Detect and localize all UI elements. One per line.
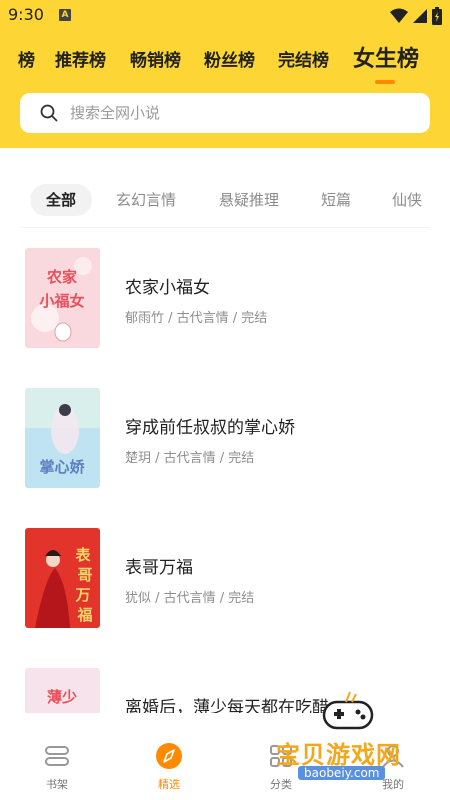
book-title: 农家小福女: [125, 278, 210, 298]
status-time: 9:30: [8, 5, 44, 24]
book-list: 农家 小福女 农家小福女 郁雨竹 / 古代言情 / 完结 掌心娇 穿成前任叔叔的…: [0, 248, 450, 713]
nav-label-bookshelf: 书架: [46, 778, 68, 791]
book-meta: 郁雨竹 / 古代言情 / 完结: [125, 311, 268, 326]
notification-app-icon: A: [59, 9, 71, 21]
header: 9:30 A 榜 推荐榜 畅销榜 粉丝榜 完结榜 女生榜: [0, 0, 450, 148]
status-icons: [390, 7, 442, 25]
featured-compass-icon: [156, 743, 182, 769]
cover-title: 薄少: [47, 688, 77, 706]
cover-title-line4: 福: [76, 606, 92, 624]
watermark-url: baobeiy.com: [298, 766, 386, 780]
gamepad-logo-icon: [322, 691, 374, 730]
battery-icon: [432, 7, 442, 25]
bookshelf-icon: [45, 746, 69, 766]
book-meta: 犹似 / 古代言情 / 完结: [125, 591, 255, 606]
cover-title-line2: 哥: [77, 566, 92, 584]
search-icon: [40, 104, 58, 122]
list-item[interactable]: 掌心娇 穿成前任叔叔的掌心娇 楚玥 / 古代言情 / 完结: [0, 388, 450, 488]
nav-bookshelf[interactable]: 书架: [17, 730, 97, 800]
cover-title: 掌心娇: [39, 458, 85, 476]
tab-fans[interactable]: 粉丝榜: [204, 46, 255, 71]
filter-divider: [20, 227, 430, 228]
ranking-tabs: 榜 推荐榜 畅销榜 粉丝榜 完结榜 女生榜: [0, 40, 450, 80]
book-cover-art: 薄少: [25, 668, 100, 713]
cover-title-line1: 农家: [46, 268, 77, 286]
search-bar[interactable]: [20, 93, 430, 133]
list-item[interactable]: 表 哥 万 福 表哥万福 犹似 / 古代言情 / 完结: [0, 528, 450, 628]
tab-completed[interactable]: 完结榜: [278, 46, 329, 71]
book-title: 表哥万福: [125, 558, 193, 578]
book-title: 穿成前任叔叔的掌心娇: [125, 418, 295, 438]
watermark: 宝贝游戏网 baobeiy.com: [268, 690, 428, 790]
book-cover[interactable]: 掌心娇: [25, 388, 100, 488]
tab-list[interactable]: 榜: [18, 46, 35, 71]
tab-female[interactable]: 女生榜: [353, 41, 419, 73]
wifi-icon: [390, 8, 408, 23]
nav-featured[interactable]: 精选: [129, 730, 209, 800]
list-item[interactable]: 农家 小福女 农家小福女 郁雨竹 / 古代言情 / 完结: [0, 248, 450, 348]
book-cover-art: 表 哥 万 福: [25, 528, 100, 628]
book-cover[interactable]: 农家 小福女: [25, 248, 100, 348]
tab-bestselling[interactable]: 畅销榜: [130, 46, 181, 71]
watermark-text: 宝贝游戏网: [276, 741, 401, 769]
filter-all[interactable]: 全部: [30, 184, 92, 216]
cover-title-line3: 万: [74, 586, 90, 604]
category-filters: 全部 玄幻言情 悬疑推理 短篇 仙侠: [0, 184, 450, 216]
book-meta: 楚玥 / 古代言情 / 完结: [125, 451, 255, 466]
book-cover[interactable]: 表 哥 万 福: [25, 528, 100, 628]
book-cover-art: 农家 小福女: [25, 248, 100, 348]
nav-label-featured: 精选: [158, 778, 180, 791]
cover-title-line2: 小福女: [39, 292, 84, 310]
book-cover-art: 掌心娇: [25, 388, 100, 488]
filter-short[interactable]: 短篇: [321, 184, 351, 216]
cover-title-line1: 表: [75, 546, 91, 564]
active-tab-indicator: [375, 80, 395, 84]
tab-recommended[interactable]: 推荐榜: [55, 46, 106, 71]
filter-xianxia[interactable]: 仙侠: [392, 184, 422, 216]
filter-mystery[interactable]: 悬疑推理: [219, 184, 279, 216]
book-cover[interactable]: 薄少: [25, 668, 100, 713]
filter-fantasy-romance[interactable]: 玄幻言情: [116, 184, 176, 216]
status-bar: 9:30 A: [0, 0, 450, 32]
signal-icon: [413, 9, 427, 23]
search-input[interactable]: [70, 93, 410, 133]
